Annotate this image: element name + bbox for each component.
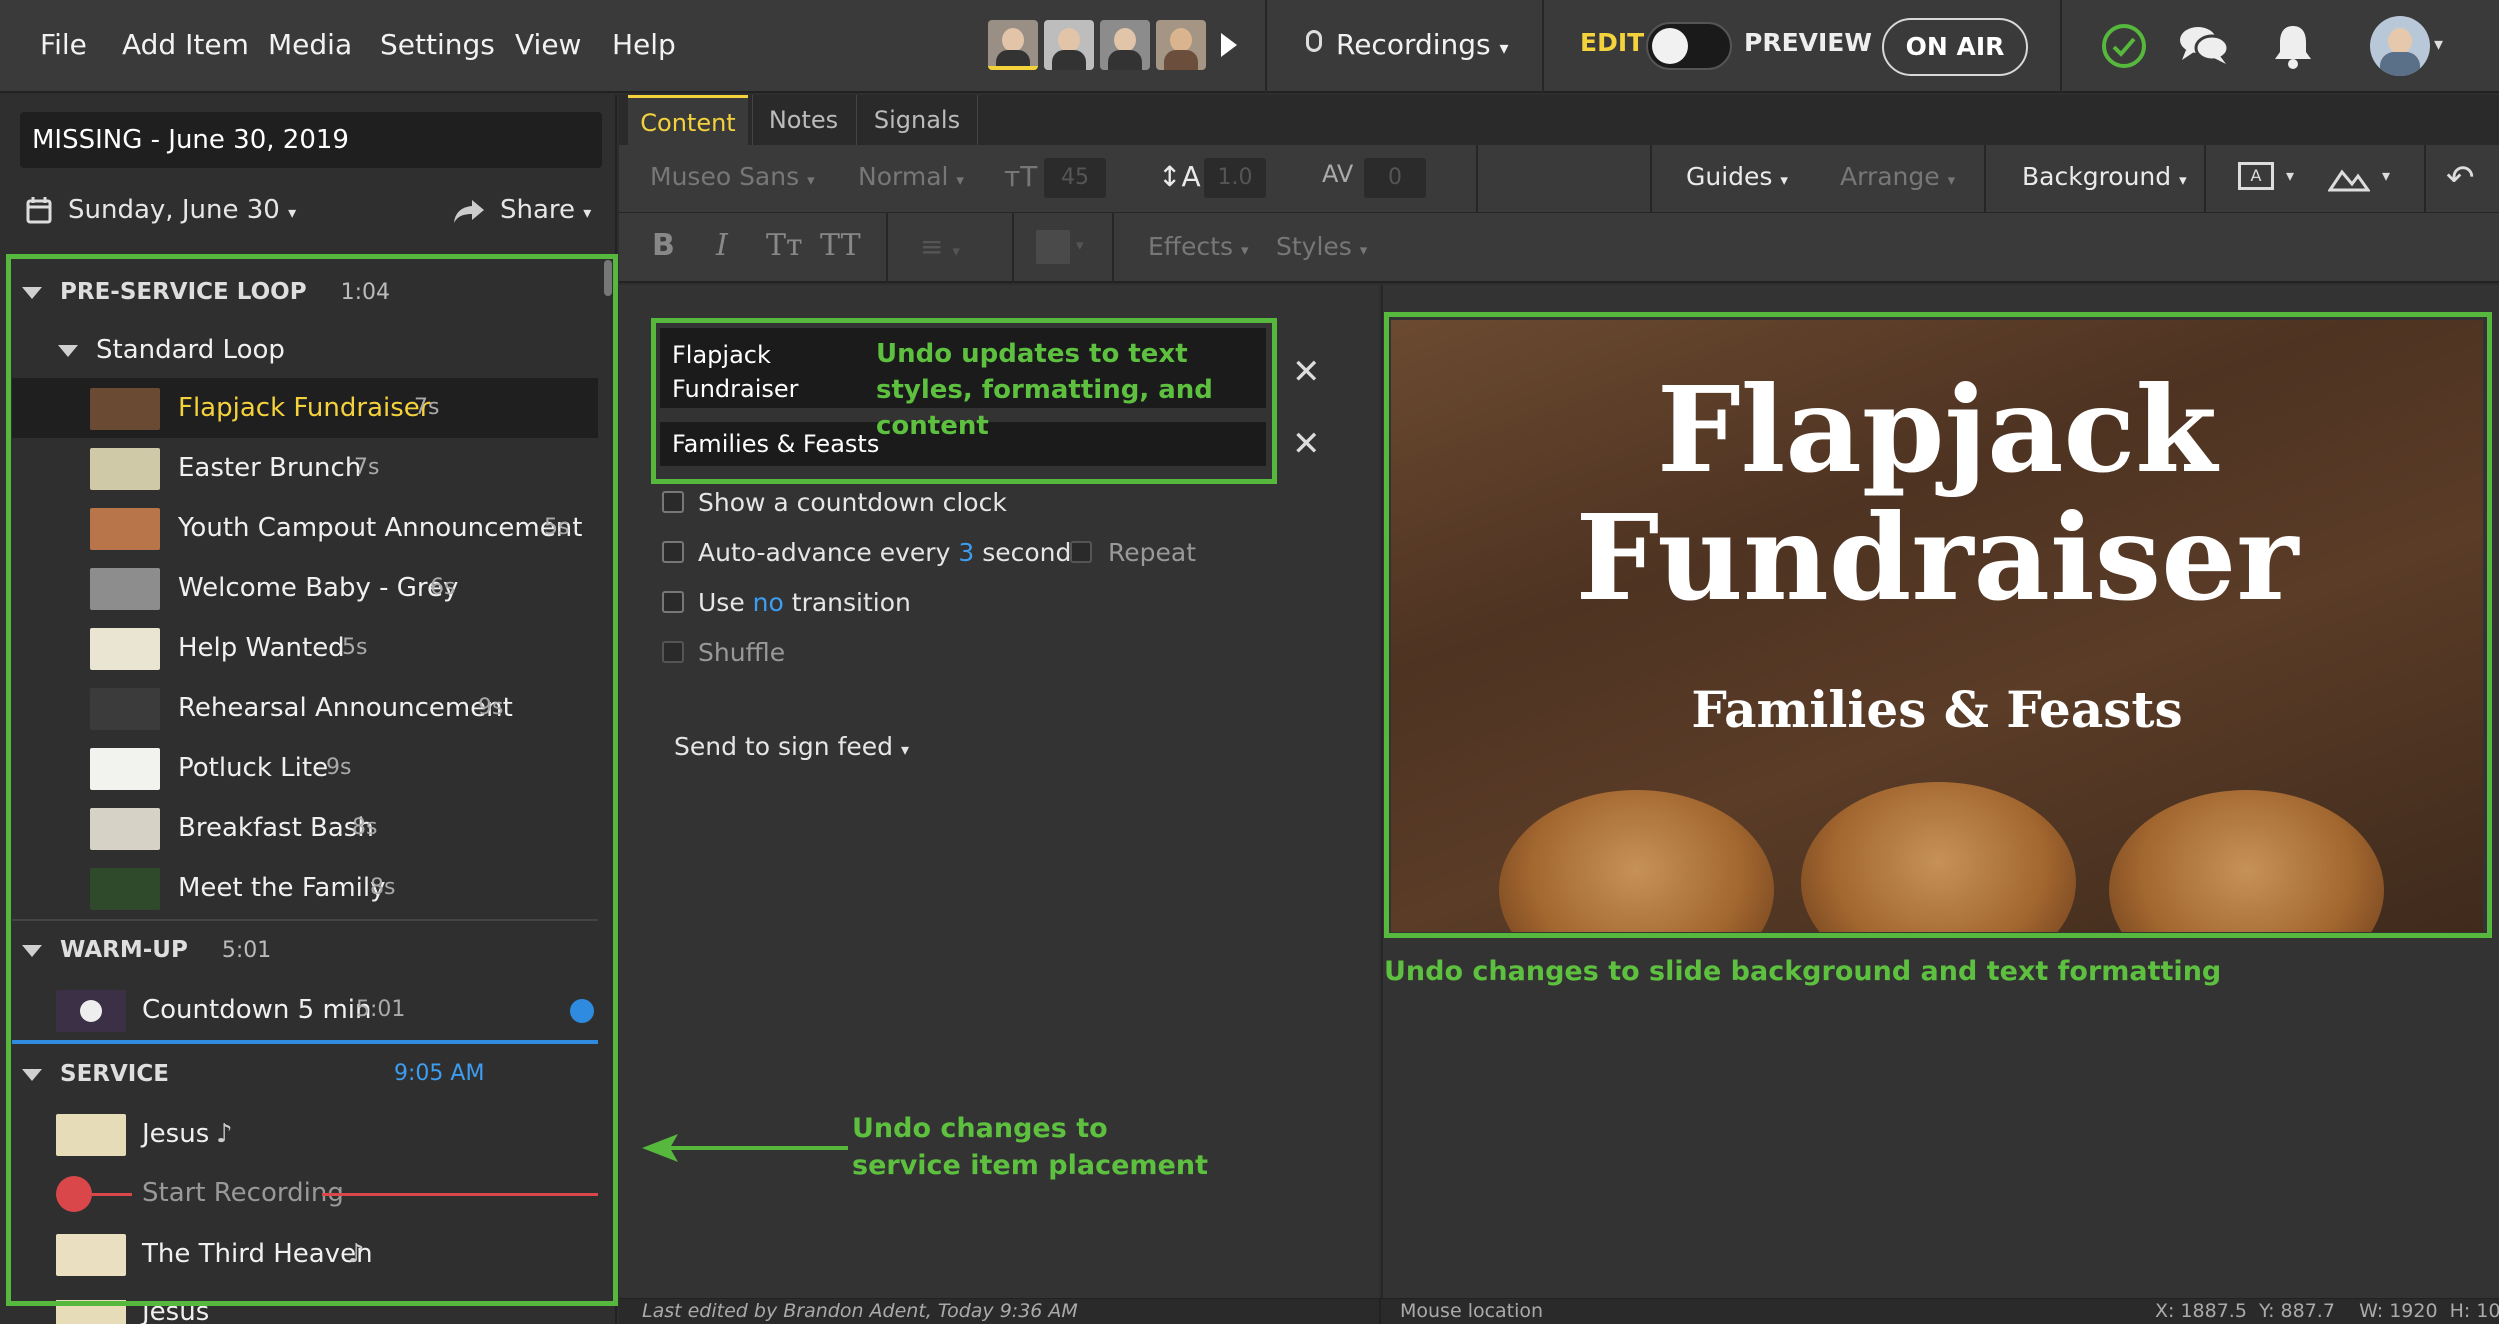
chevron-down-icon[interactable]: ▾	[1076, 236, 1084, 254]
transition-label: Use no transition	[698, 588, 911, 617]
font-family-select[interactable]: Museo Sans ▾	[650, 162, 815, 191]
line-height-icon: ↕A	[1158, 160, 1201, 193]
countdown-label: Show a countdown clock	[698, 488, 1007, 517]
participant-avatar[interactable]	[1044, 20, 1094, 70]
divider	[1984, 145, 1986, 213]
participant-avatar[interactable]	[988, 20, 1038, 70]
menu-add-item[interactable]: Add Item	[122, 0, 249, 93]
chevron-down-icon[interactable]: ▾	[2286, 166, 2294, 185]
tab-notes[interactable]: Notes	[752, 95, 854, 145]
auto-advance-checkbox[interactable]	[662, 541, 684, 563]
preview-label: PREVIEW	[1744, 28, 1872, 57]
repeat-label: Repeat	[1108, 538, 1197, 567]
transition-checkbox[interactable]	[662, 591, 684, 613]
menu-file[interactable]: File	[40, 0, 87, 93]
menu-settings[interactable]: Settings	[380, 0, 495, 93]
share-button[interactable]: Share ▾	[500, 195, 591, 225]
divider	[1012, 213, 1014, 283]
close-icon[interactable]: ✕	[1292, 424, 1321, 464]
check-circle-icon[interactable]	[2100, 22, 2148, 70]
italic-button[interactable]: I	[716, 228, 728, 263]
close-icon[interactable]: ✕	[1292, 352, 1321, 392]
tab-signals[interactable]: Signals	[856, 95, 978, 145]
image-icon[interactable]	[2328, 160, 2370, 192]
date-dropdown[interactable]: Sunday, June 30 ▾	[68, 195, 296, 225]
shuffle-label: Shuffle	[698, 638, 786, 667]
recordings-dropdown[interactable]: Recordings ▾	[1336, 0, 1509, 93]
arrow-left-icon	[642, 1134, 848, 1162]
undo-icon[interactable]: ↶	[2446, 158, 2475, 198]
mouse-location-label: Mouse location	[1400, 1300, 1544, 1322]
guides-dropdown[interactable]: Guides ▾	[1686, 162, 1788, 191]
highlight-box-slide	[1384, 312, 2492, 938]
font-size-icon: тT	[1004, 160, 1038, 193]
highlight-box-text	[651, 318, 1277, 484]
tab-content[interactable]: Content	[628, 95, 748, 145]
text-box-icon[interactable]: A	[2238, 162, 2274, 190]
chat-icon[interactable]	[2178, 24, 2230, 68]
participant-avatars	[988, 20, 1206, 70]
menu-help[interactable]: Help	[612, 0, 676, 93]
divider	[1476, 145, 1478, 213]
all-caps-button[interactable]: TT	[820, 228, 861, 263]
styles-dropdown[interactable]: Styles ▾	[1276, 232, 1367, 261]
annotation-slide-undo: Undo changes to slide background and tex…	[1384, 956, 2222, 987]
align-icon[interactable]: ≡ ▾	[920, 230, 960, 263]
divider	[1650, 145, 1652, 213]
annotation-service-undo: Undo changes to service item placement	[852, 1113, 1208, 1181]
effects-dropdown[interactable]: Effects ▾	[1148, 232, 1248, 261]
sign-feed-dropdown[interactable]: Send to sign feed ▾	[674, 732, 909, 761]
plan-title-field[interactable]: MISSING - June 30, 2019	[20, 112, 602, 168]
divider	[1265, 0, 1267, 93]
menu-media[interactable]: Media	[268, 0, 352, 93]
participant-avatar[interactable]	[1156, 20, 1206, 70]
style-toolbar	[619, 213, 2499, 283]
auto-advance-label: Auto-advance every 3 seconds	[698, 538, 1085, 567]
coordinates-readout: X: 1887.5 Y: 887.7 W: 1920 H: 1080	[2155, 1300, 2499, 1322]
on-air-button[interactable]: ON AIR	[1882, 18, 2028, 76]
advance-seconds-value[interactable]: 3	[958, 538, 974, 567]
divider	[2424, 145, 2426, 213]
color-swatch[interactable]	[1036, 230, 1070, 264]
calendar-icon	[26, 197, 52, 224]
user-avatar[interactable]	[2370, 16, 2430, 76]
divider	[1112, 213, 1114, 283]
bold-button[interactable]: B	[652, 228, 675, 263]
small-caps-button[interactable]: Tт	[766, 228, 803, 263]
divider	[1379, 1298, 1381, 1324]
microphone-icon	[1306, 30, 1322, 52]
menu-view[interactable]: View	[515, 0, 581, 93]
font-size-input[interactable]: 45	[1044, 158, 1106, 198]
highlight-box-service	[6, 254, 618, 1306]
participant-avatar[interactable]	[1100, 20, 1150, 70]
last-edited-text: Last edited by Brandon Adent, Today 9:36…	[642, 1300, 1078, 1322]
background-dropdown[interactable]: Background ▾	[2022, 162, 2187, 191]
edit-label: EDIT	[1580, 28, 1645, 57]
arrange-dropdown[interactable]: Arrange ▾	[1840, 162, 1955, 191]
divider	[2204, 145, 2206, 213]
tracking-input[interactable]: 0	[1364, 158, 1426, 198]
toggle-knob	[1652, 28, 1688, 64]
divider	[886, 213, 888, 283]
font-weight-select[interactable]: Normal ▾	[858, 162, 964, 191]
chevron-down-icon[interactable]: ▾	[2382, 166, 2390, 185]
bell-icon[interactable]	[2272, 22, 2314, 70]
chevron-down-icon[interactable]: ▾	[2434, 34, 2443, 55]
line-height-input[interactable]: 1.0	[1204, 158, 1266, 198]
repeat-checkbox[interactable]	[1070, 541, 1092, 563]
shuffle-checkbox[interactable]	[662, 641, 684, 663]
edit-preview-toggle[interactable]	[1646, 22, 1732, 70]
transition-value[interactable]: no	[753, 588, 784, 617]
countdown-checkbox[interactable]	[662, 491, 684, 513]
divider	[2060, 0, 2062, 93]
share-icon	[454, 200, 484, 223]
play-icon[interactable]	[1221, 33, 1237, 57]
tracking-icon: AV	[1322, 160, 1354, 188]
divider	[1542, 0, 1544, 93]
